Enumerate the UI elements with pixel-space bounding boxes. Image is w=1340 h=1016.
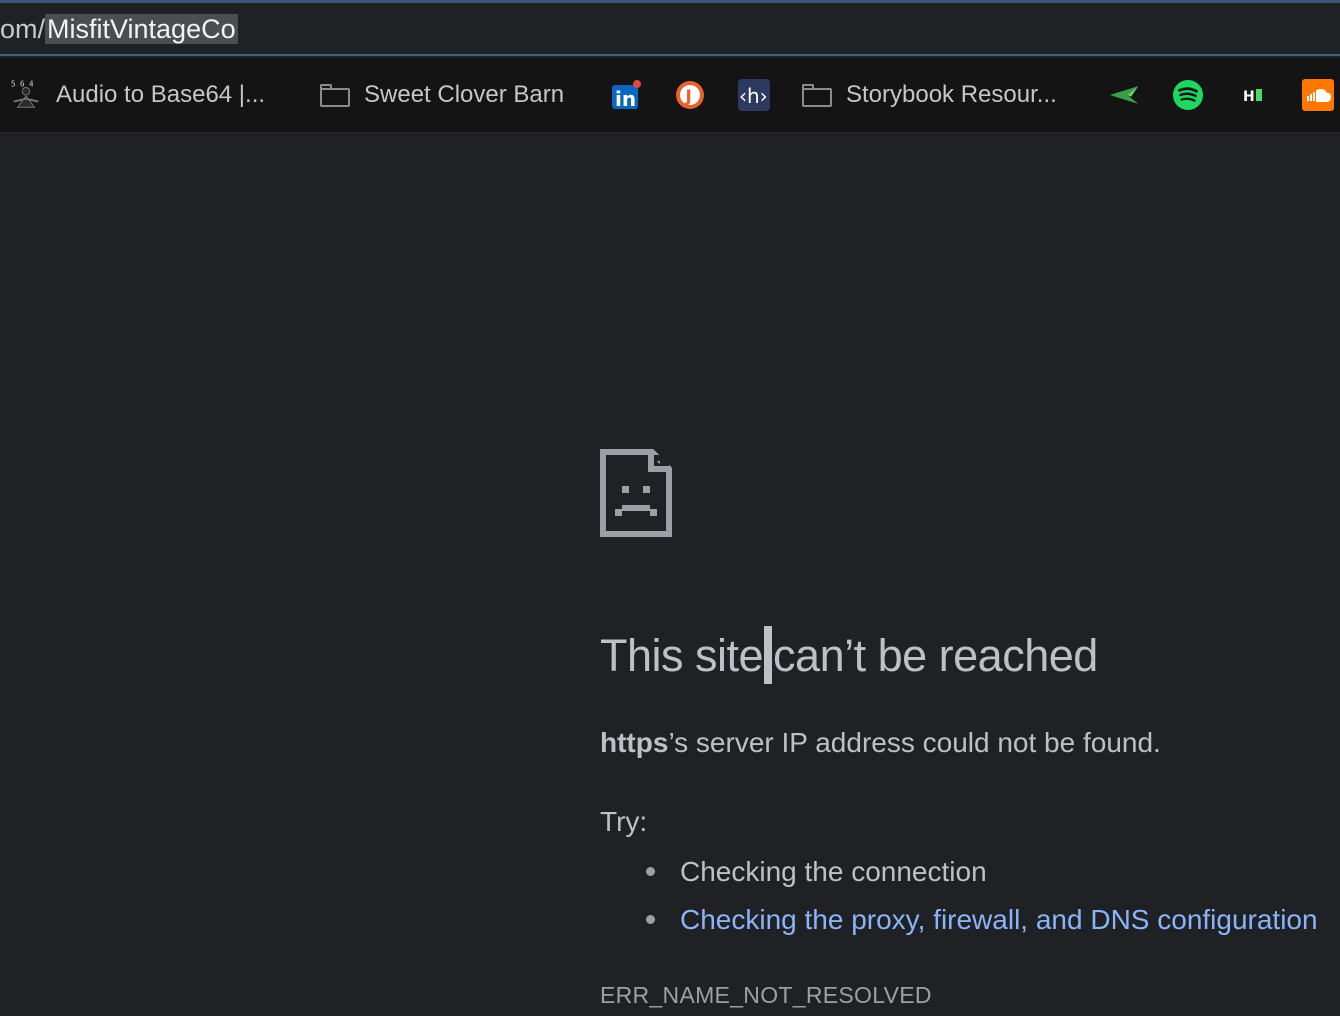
svg-text:in: in [615, 87, 636, 111]
bookmark-j[interactable]: J [674, 58, 706, 132]
url-selected-text: MisfitVintageCo [45, 14, 238, 44]
bookmark-soundcloud[interactable] [1302, 58, 1334, 132]
bookmark-linkedin[interactable]: in [610, 58, 642, 132]
suggestion-text: Checking the connection [680, 856, 987, 887]
bookmark-label: Sweet Clover Barn [364, 81, 565, 108]
title-part-2: can’t be reached [773, 630, 1098, 681]
suggestions-list: Checking the connection Checking the pro… [640, 852, 1318, 948]
bookmark-hi[interactable]: H [1238, 58, 1270, 132]
page-title: This site can’t be reached [600, 626, 1098, 688]
address-bar[interactable]: om/MisfitVintageCo [0, 3, 1340, 56]
url-prefix: om/ [0, 14, 46, 44]
svg-text:5 6 4: 5 6 4 [11, 80, 34, 89]
svg-text:J: J [685, 87, 692, 107]
host-name: https [600, 727, 669, 758]
title-part-1: This site [600, 630, 764, 681]
linkedin-icon: in [610, 79, 642, 111]
bookmark-folder-storybook-resources[interactable]: Storybook Resour... [802, 58, 1057, 132]
bookmark-audio-to-base64[interactable]: 5 6 4 Audio to Base64 |... [10, 58, 265, 132]
text-cursor [764, 626, 773, 685]
j-circle-icon: J [674, 79, 706, 111]
bookmark-spotify[interactable] [1172, 58, 1204, 132]
svg-text:‹h›: ‹h› [739, 84, 768, 108]
try-label: Try: [600, 806, 648, 837]
bookmarks-bar: 5 6 4 Audio to Base64 |... Sweet Clover … [0, 58, 1340, 133]
bullet-icon [646, 915, 655, 924]
bullet-icon [646, 867, 655, 876]
folder-icon [802, 84, 832, 107]
bookmark-folder-sweet-clover-barn[interactable]: Sweet Clover Barn [320, 58, 564, 132]
url-text[interactable]: om/MisfitVintageCo [0, 11, 238, 47]
error-description: https’s server IP address could not be f… [600, 727, 1161, 759]
h-code-icon: ‹h› [738, 79, 770, 111]
bookmark-label: Storybook Resour... [846, 81, 1057, 108]
meditation-figure-icon: 5 6 4 [10, 79, 42, 111]
paper-plane-icon [1108, 79, 1140, 111]
list-item: Checking the connection [640, 852, 1318, 900]
sad-document-icon [600, 449, 672, 542]
bookmark-paper-plane[interactable] [1108, 58, 1140, 132]
error-code: ERR_NAME_NOT_RESOLVED [600, 982, 932, 1008]
soundcloud-icon [1302, 79, 1334, 111]
bookmark-label: Audio to Base64 |... [56, 81, 266, 108]
description-text: ’s server IP address could not be found. [668, 727, 1161, 758]
bookmark-h[interactable]: ‹h› [738, 58, 770, 132]
hi-badge-icon: H [1238, 79, 1270, 111]
folder-icon [320, 84, 350, 107]
list-item: Checking the proxy, firewall, and DNS co… [640, 900, 1318, 948]
svg-text:H: H [1243, 89, 1255, 105]
proxy-firewall-dns-link[interactable]: Checking the proxy, firewall, and DNS co… [680, 904, 1318, 935]
spotify-icon [1172, 79, 1204, 111]
